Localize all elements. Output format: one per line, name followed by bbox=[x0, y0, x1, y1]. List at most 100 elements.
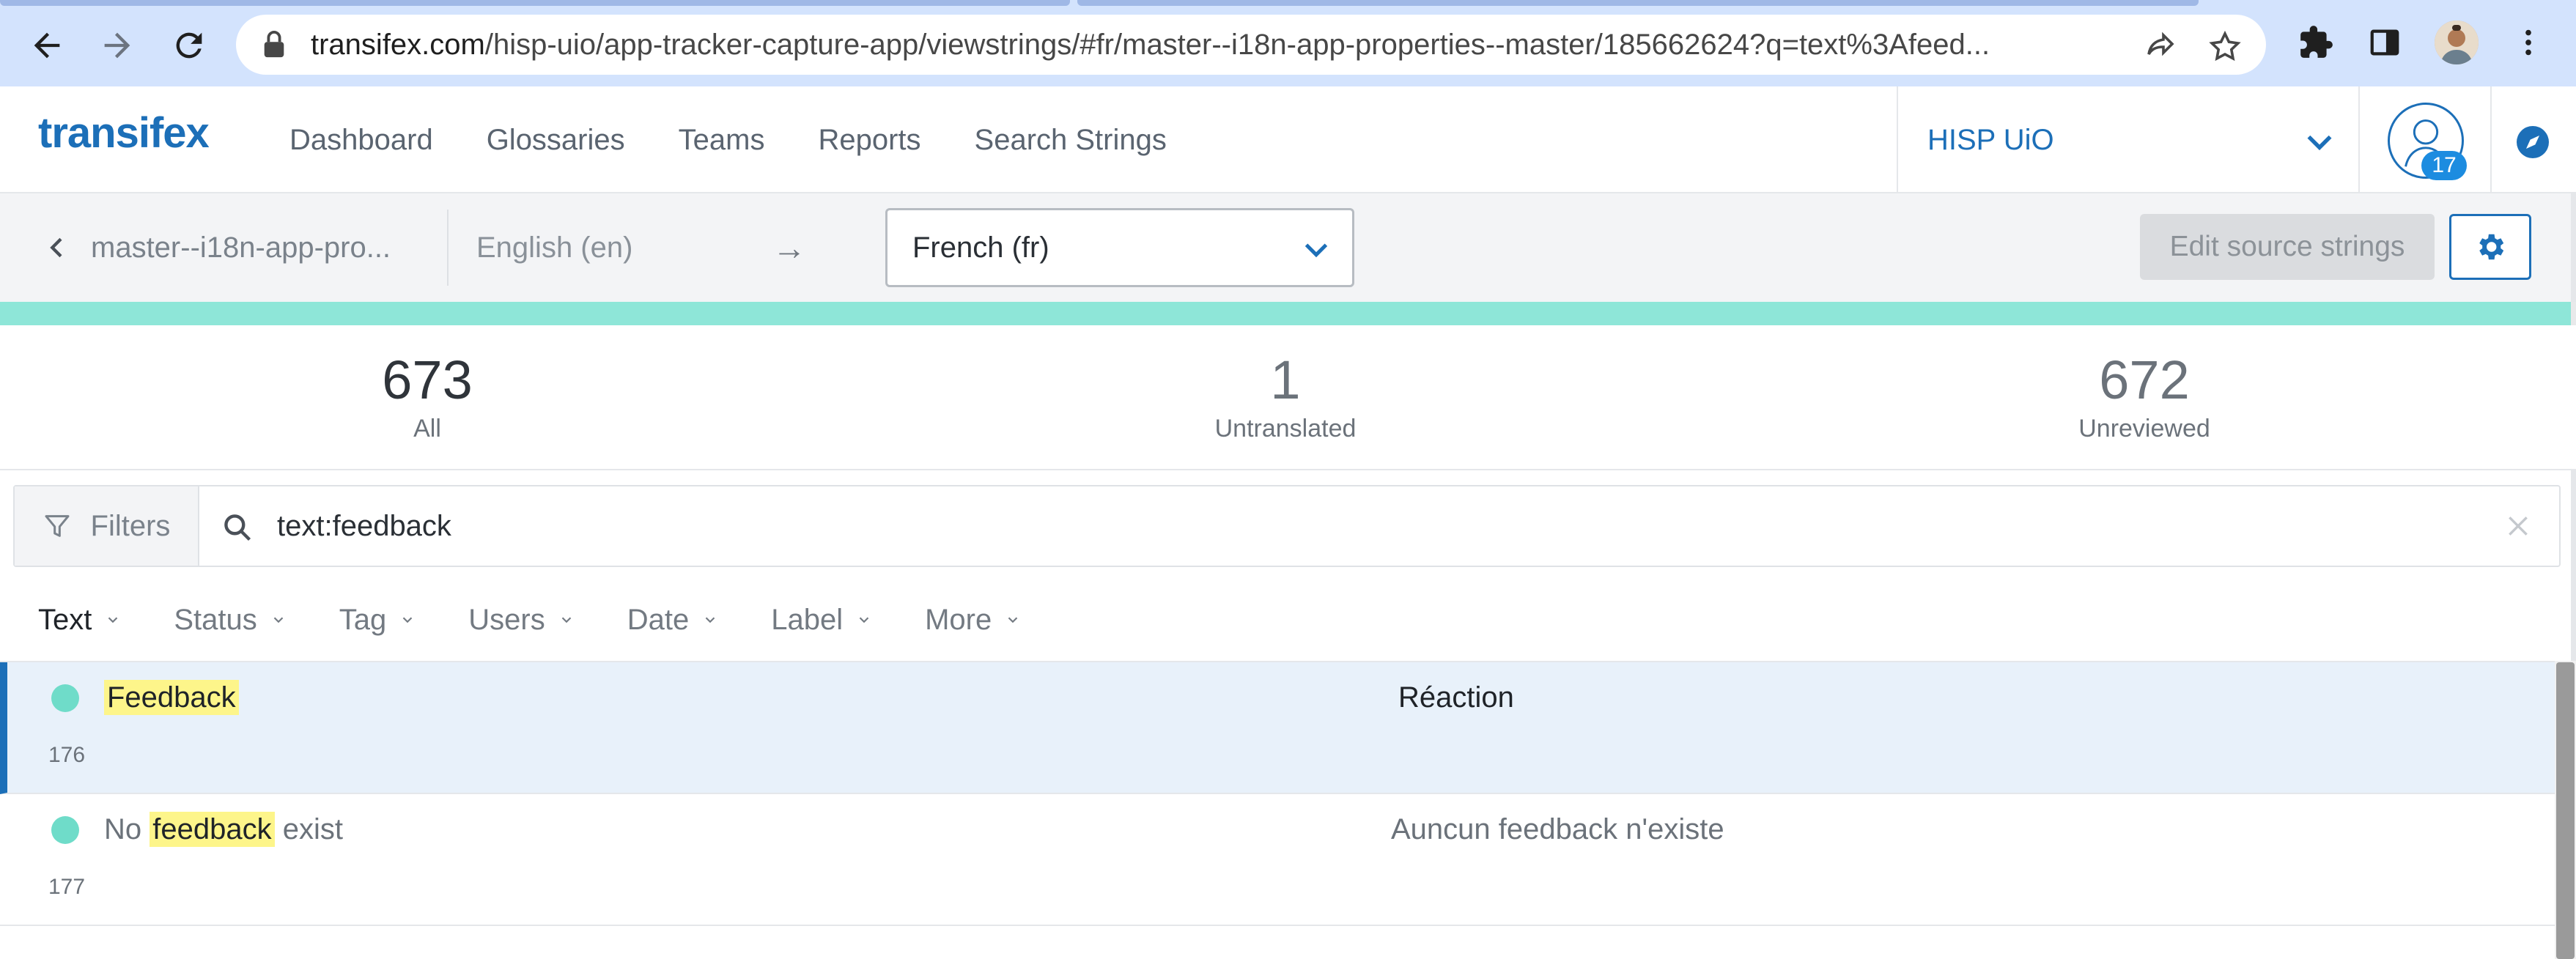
filter-tab-label[interactable]: Label bbox=[771, 604, 872, 637]
string-id: 177 bbox=[48, 875, 86, 899]
stat-unreviewed-value: 672 bbox=[2099, 349, 2190, 410]
filter-tab-text[interactable]: Text bbox=[38, 604, 121, 637]
string-row[interactable]: No feedback exist 177 Auncun feedback n'… bbox=[0, 794, 2555, 926]
user-menu[interactable]: 17 bbox=[2358, 86, 2492, 193]
share-icon[interactable] bbox=[2143, 29, 2178, 64]
side-panel-icon bbox=[2370, 29, 2399, 56]
tab-strip bbox=[0, 0, 2576, 6]
organization-name: HISP UiO bbox=[1927, 124, 2054, 156]
chevron-down-icon bbox=[705, 617, 715, 623]
funnel-icon bbox=[45, 515, 70, 537]
side-panel-button[interactable] bbox=[2361, 19, 2408, 66]
star-icon[interactable] bbox=[2207, 29, 2243, 64]
translation-progress-fill bbox=[0, 302, 2571, 325]
source-post: exist bbox=[274, 813, 343, 845]
string-list-scrollbar[interactable] bbox=[2555, 661, 2576, 959]
nav-reports[interactable]: Reports bbox=[818, 124, 920, 157]
filter-tabs: Text Status Tag Users Date Label More bbox=[0, 579, 2576, 661]
browser-menu-button[interactable] bbox=[2505, 19, 2552, 66]
filter-tab-label: More bbox=[925, 603, 992, 636]
string-list: Feedback 176 Réaction No feedback exist … bbox=[0, 661, 2555, 959]
nav-glossaries[interactable]: Glossaries bbox=[487, 124, 625, 157]
filter-tab-status[interactable]: Status bbox=[174, 604, 286, 637]
url-text: transifex.com/hisp-uio/app-tracker-captu… bbox=[311, 15, 2348, 75]
filter-tab-label-text: Label bbox=[771, 603, 844, 636]
arrow-left-icon bbox=[34, 32, 60, 59]
target-language-value: French (fr) bbox=[912, 232, 1049, 264]
chevron-down-icon bbox=[1304, 243, 1328, 258]
settings-button[interactable] bbox=[2449, 214, 2531, 280]
chevron-down-icon bbox=[859, 617, 869, 623]
stat-untranslated-value: 1 bbox=[1270, 349, 1301, 410]
filter-tab-date[interactable]: Date bbox=[627, 604, 719, 637]
nav-search-strings[interactable]: Search Strings bbox=[975, 124, 1167, 157]
main-nav: Dashboard Glossaries Teams Reports Searc… bbox=[289, 86, 1167, 193]
source-language: English (en) bbox=[476, 232, 633, 264]
profile-avatar[interactable] bbox=[2435, 21, 2479, 64]
filter-tab-more[interactable]: More bbox=[925, 604, 1021, 637]
reload-button[interactable] bbox=[163, 19, 215, 72]
filter-tab-tag[interactable]: Tag bbox=[339, 604, 416, 637]
filter-tab-label: Users bbox=[468, 603, 545, 636]
string-row[interactable]: Feedback 176 Réaction bbox=[0, 662, 2555, 794]
translation-string: Auncun feedback n'existe bbox=[1391, 813, 1724, 845]
search-input[interactable] bbox=[277, 497, 2461, 555]
search-match-highlight: Feedback bbox=[104, 680, 239, 715]
compass-icon[interactable] bbox=[2515, 125, 2550, 160]
address-bar[interactable]: transifex.com/hisp-uio/app-tracker-captu… bbox=[236, 15, 2266, 75]
transifex-logo[interactable]: transifex bbox=[38, 108, 210, 158]
search-bar: Filters bbox=[13, 485, 2561, 567]
lock-icon bbox=[264, 31, 284, 58]
extensions-button[interactable] bbox=[2292, 19, 2339, 66]
chevron-down-icon bbox=[402, 617, 413, 623]
search-match-highlight: feedback bbox=[150, 812, 275, 847]
back-button[interactable] bbox=[21, 19, 73, 72]
language-arrow: → bbox=[772, 229, 806, 267]
close-icon[interactable] bbox=[2503, 511, 2533, 541]
stat-all-label: All bbox=[413, 415, 441, 443]
target-language-select[interactable]: French (fr) bbox=[885, 208, 1354, 287]
reload-icon bbox=[176, 32, 202, 59]
tab-strip-inactive bbox=[1077, 0, 2199, 6]
tab-strip-active bbox=[0, 0, 1070, 6]
stat-untranslated[interactable]: 1 Untranslated bbox=[1139, 347, 1432, 443]
nav-dashboard[interactable]: Dashboard bbox=[289, 124, 433, 157]
url-domain: transifex.com bbox=[311, 29, 485, 61]
filters-button[interactable]: Filters bbox=[15, 486, 199, 566]
nav-teams[interactable]: Teams bbox=[679, 124, 765, 157]
editor-toolbar: master--i18n-app-pro... English (en) → F… bbox=[0, 193, 2576, 302]
stat-all[interactable]: 673 All bbox=[281, 347, 574, 443]
edit-source-strings-button[interactable]: Edit source strings bbox=[2140, 214, 2435, 280]
chevron-down-icon bbox=[273, 617, 284, 623]
kebab-menu-icon bbox=[2525, 29, 2531, 56]
stat-unreviewed-label: Unreviewed bbox=[2078, 415, 2210, 443]
stat-all-value: 673 bbox=[382, 349, 473, 410]
browser-chrome: transifex.com/hisp-uio/app-tracker-captu… bbox=[0, 0, 2576, 86]
resource-name: master--i18n-app-pro... bbox=[91, 231, 391, 264]
source-string: Feedback bbox=[104, 675, 239, 719]
search-icon bbox=[224, 514, 251, 541]
filter-tab-label: Status bbox=[174, 603, 257, 636]
source-pre: No bbox=[104, 813, 150, 845]
translation-string: Réaction bbox=[1398, 681, 1514, 714]
resource-back-link[interactable]: master--i18n-app-pro... bbox=[43, 193, 391, 302]
source-string: No feedback exist bbox=[104, 807, 343, 851]
notification-badge: 17 bbox=[2421, 151, 2467, 180]
arrow-right-icon bbox=[104, 32, 130, 59]
chevron-down-icon bbox=[108, 617, 118, 623]
filter-tab-label: Tag bbox=[339, 603, 387, 636]
filter-tab-users[interactable]: Users bbox=[468, 604, 574, 637]
person-photo-icon bbox=[2435, 21, 2479, 64]
string-stats: 673 All 1 Untranslated 672 Unreviewed bbox=[0, 325, 2576, 470]
stat-unreviewed[interactable]: 672 Unreviewed bbox=[1998, 347, 2291, 443]
organization-switcher[interactable]: HISP UiO bbox=[1897, 86, 2358, 193]
stat-untranslated-label: Untranslated bbox=[1214, 415, 1357, 443]
chevron-down-icon bbox=[561, 617, 571, 623]
scrollbar-thumb[interactable] bbox=[2556, 662, 2575, 959]
gear-icon bbox=[2479, 234, 2504, 260]
filter-tab-label: Text bbox=[38, 603, 92, 636]
url-path: /hisp-uio/app-tracker-capture-app/viewst… bbox=[484, 29, 1990, 61]
filter-tab-label: Date bbox=[627, 603, 690, 636]
forward-button[interactable] bbox=[91, 19, 144, 72]
puzzle-icon bbox=[2300, 26, 2333, 58]
